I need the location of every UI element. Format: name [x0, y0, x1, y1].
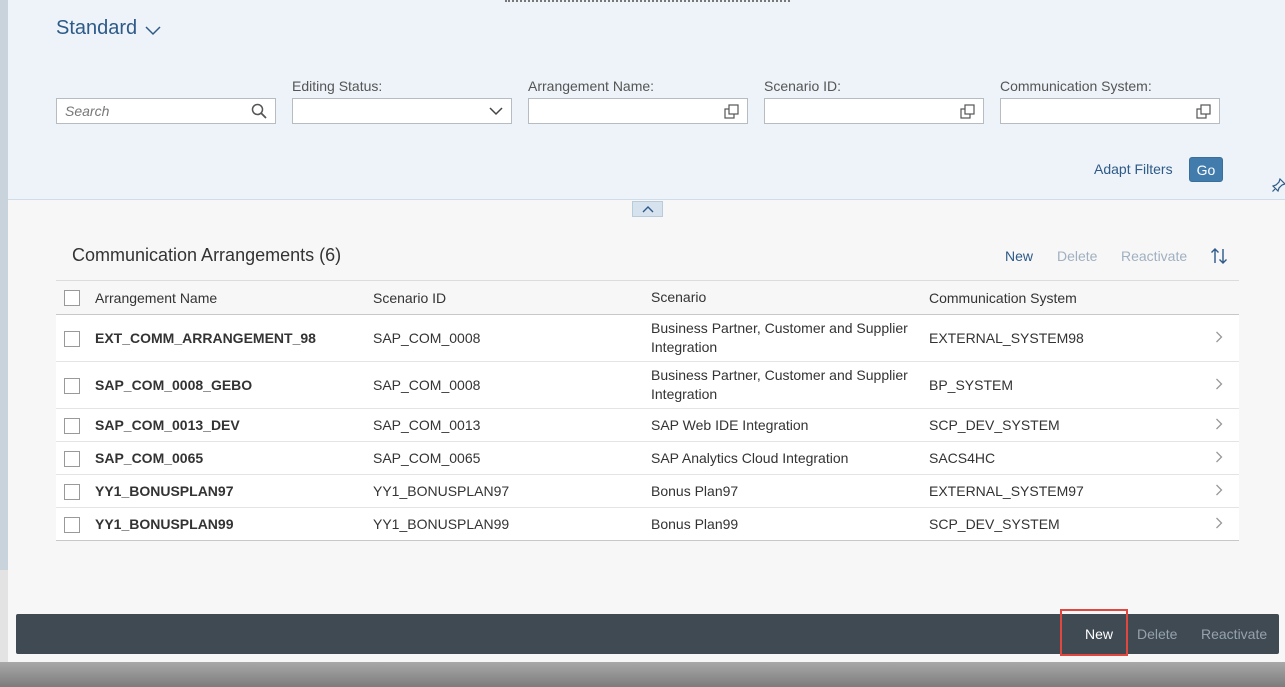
scenario-id-input[interactable] — [764, 98, 984, 124]
cell-scenario-id: YY1_BONUSPLAN97 — [373, 483, 510, 499]
row-checkbox[interactable] — [64, 450, 80, 467]
row-checkbox[interactable] — [64, 516, 80, 533]
cell-scenario-id: SAP_COM_0008 — [373, 330, 481, 346]
sort-icon[interactable] — [1210, 247, 1228, 265]
highlight-box — [1060, 609, 1128, 656]
chevron-right-icon[interactable] — [1215, 378, 1223, 390]
cell-arrangement-name: EXT_COMM_ARRANGEMENT_98 — [95, 330, 316, 346]
table-row[interactable]: YY1_BONUSPLAN99 YY1_BONUSPLAN99 Bonus Pl… — [56, 507, 1239, 541]
column-header-communication-system[interactable]: Communication System — [929, 281, 1199, 315]
pin-icon[interactable] — [1272, 178, 1285, 192]
cell-communication-system: BP_SYSTEM — [929, 377, 1014, 393]
table-row[interactable]: SAP_COM_0013_DEV SAP_COM_0013 SAP Web ID… — [56, 408, 1239, 442]
communication-system-input[interactable] — [1000, 98, 1220, 124]
table-new-button[interactable]: New — [1005, 248, 1033, 264]
chevron-right-icon[interactable] — [1215, 451, 1223, 463]
column-header-arrangement-name[interactable]: Arrangement Name — [95, 281, 373, 315]
left-edge-lower — [0, 570, 8, 662]
cell-scenario: SAP Analytics Cloud Integration — [651, 449, 849, 466]
chevron-up-icon — [642, 206, 653, 213]
value-help-icon[interactable] — [724, 103, 739, 119]
cell-communication-system: SACS4HC — [929, 450, 996, 466]
row-checkbox[interactable] — [64, 483, 80, 500]
chevron-right-icon[interactable] — [1215, 517, 1223, 529]
row-checkbox[interactable] — [64, 330, 80, 347]
cell-arrangement-name: SAP_COM_0013_DEV — [95, 417, 240, 433]
table-row[interactable]: SAP_COM_0008_GEBO SAP_COM_0008 Business … — [56, 361, 1239, 409]
cell-scenario-id: SAP_COM_0008 — [373, 377, 481, 393]
editing-status-label: Editing Status: — [292, 78, 383, 94]
cell-scenario: Bonus Plan97 — [651, 482, 739, 499]
cell-arrangement-name: SAP_COM_0008_GEBO — [95, 377, 253, 393]
search-field[interactable]: Search — [56, 98, 276, 124]
go-button[interactable]: Go — [1189, 157, 1223, 182]
cell-arrangement-name: YY1_BONUSPLAN97 — [95, 483, 234, 499]
cell-communication-system: SCP_DEV_SYSTEM — [929, 417, 1060, 433]
chevron-down-icon — [145, 25, 161, 35]
left-edge — [0, 0, 8, 570]
cell-communication-system: EXTERNAL_SYSTEM98 — [929, 330, 1084, 346]
value-help-icon[interactable] — [960, 103, 975, 119]
table-reactivate-button[interactable]: Reactivate — [1121, 248, 1187, 264]
value-help-icon[interactable] — [1196, 103, 1211, 119]
cell-scenario-id: SAP_COM_0065 — [373, 450, 481, 466]
editing-status-select[interactable] — [292, 98, 512, 124]
row-checkbox[interactable] — [64, 417, 80, 434]
scenario-id-label: Scenario ID: — [764, 78, 842, 94]
cell-arrangement-name: SAP_COM_0065 — [95, 450, 204, 466]
variant-selector[interactable]: Standard — [56, 17, 161, 40]
variant-label: Standard — [56, 17, 138, 39]
chevron-down-icon[interactable] — [489, 106, 503, 116]
cell-scenario-id: YY1_BONUSPLAN99 — [373, 516, 510, 532]
table-header-row: Arrangement Name Scenario ID Scenario Co… — [56, 280, 1239, 315]
footer-reactivate-button[interactable]: Reactivate — [1201, 626, 1267, 642]
adapt-filters-button[interactable]: Adapt Filters — [1094, 161, 1173, 177]
cell-scenario: Business Partner, Customer and Supplier … — [651, 367, 908, 402]
row-checkbox[interactable] — [64, 377, 80, 394]
column-header-scenario[interactable]: Scenario — [651, 281, 929, 315]
table-delete-button[interactable]: Delete — [1057, 248, 1097, 264]
cell-arrangement-name: YY1_BONUSPLAN99 — [95, 516, 234, 532]
search-icon[interactable] — [251, 103, 267, 119]
cell-communication-system: SCP_DEV_SYSTEM — [929, 516, 1060, 532]
cell-communication-system: EXTERNAL_SYSTEM97 — [929, 483, 1084, 499]
search-placeholder: Search — [65, 103, 110, 119]
footer-shadow — [0, 662, 1285, 687]
table-row[interactable]: SAP_COM_0065 SAP_COM_0065 SAP Analytics … — [56, 441, 1239, 475]
top-dotted-edge — [505, 0, 790, 2]
table-row[interactable]: EXT_COMM_ARRANGEMENT_98 SAP_COM_0008 Bus… — [56, 314, 1239, 362]
communication-system-label: Communication System: — [1000, 78, 1152, 94]
arrangement-name-input[interactable] — [528, 98, 748, 124]
footer-delete-button[interactable]: Delete — [1137, 626, 1177, 642]
arrangement-name-label: Arrangement Name: — [528, 78, 655, 94]
chevron-right-icon[interactable] — [1215, 484, 1223, 496]
cell-scenario-id: SAP_COM_0013 — [373, 417, 481, 433]
cell-scenario: Bonus Plan99 — [651, 515, 739, 532]
arrangements-table: Arrangement Name Scenario ID Scenario Co… — [56, 280, 1239, 541]
select-all-checkbox[interactable] — [64, 290, 80, 307]
table-title: Communication Arrangements (6) — [72, 245, 342, 265]
filter-bar: Standard Search Editing Status: Arrangem… — [8, 0, 1285, 200]
chevron-right-icon[interactable] — [1215, 331, 1223, 343]
collapse-header-button[interactable] — [632, 201, 663, 217]
chevron-right-icon[interactable] — [1215, 418, 1223, 430]
table-row[interactable]: YY1_BONUSPLAN97 YY1_BONUSPLAN97 Bonus Pl… — [56, 474, 1239, 508]
cell-scenario: SAP Web IDE Integration — [651, 416, 809, 433]
cell-scenario: Business Partner, Customer and Supplier … — [651, 320, 908, 355]
column-header-scenario-id[interactable]: Scenario ID — [373, 281, 651, 315]
